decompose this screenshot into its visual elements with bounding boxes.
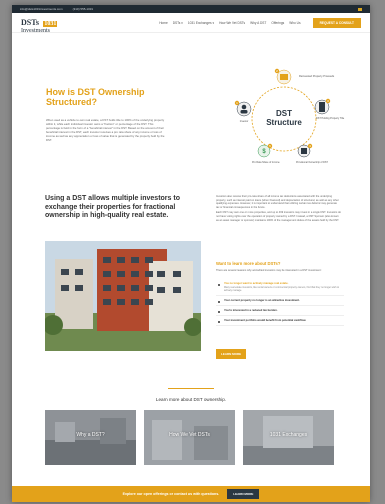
card-why-a-dst[interactable]: Why a DST?: [45, 410, 136, 465]
list-item[interactable]: Your current property no longer is an at…: [216, 296, 344, 307]
section-title: How is DST Ownership Structured?: [46, 87, 145, 107]
main-nav: DSTs 1031 Investments Home DSTs ▾ 1031 E…: [12, 12, 370, 34]
nav-item-dsts[interactable]: DSTs ▾: [173, 21, 183, 25]
card-1031-exchanges[interactable]: 1031 Exchanges: [243, 410, 334, 465]
list-item-subtext: Many real estate investors, like rental …: [224, 286, 340, 293]
section2-body: Investors also receive their pro-rata sh…: [216, 195, 341, 222]
node-label: Provisional Ownership of DST: [296, 161, 328, 164]
card-label: Why a DST?: [76, 432, 105, 438]
bullet-icon: [218, 300, 220, 303]
document-icon: [301, 148, 307, 154]
learn-more-title: Want to learn more about DSTs?: [216, 261, 281, 266]
request-consult-button[interactable]: REQUEST A CONSULT: [312, 17, 361, 28]
web-page: info@dsts1031investments.com (310) 555-1…: [12, 5, 370, 502]
nav-item-offerings[interactable]: Offerings: [271, 21, 284, 25]
diagram-center-line1: DST: [276, 109, 292, 118]
more-section-title: Learn more about DST ownership.: [155, 397, 227, 402]
nav-item-why-a-dst[interactable]: Why A DST: [250, 21, 266, 25]
node-label: Pro Rata Share of Income: [252, 161, 280, 164]
footer-learn-more-button[interactable]: LEARN MORE: [227, 489, 260, 499]
node-reinvested-proceeds: 2 Reinvested Property Proceeds: [274, 68, 335, 85]
list-item[interactable]: Your investment portfolio would benefit …: [216, 316, 344, 327]
learn-more-intro: There are several reasons why accredited…: [216, 269, 322, 272]
person-icon: [241, 104, 247, 110]
nav-item-how-we-vet[interactable]: How We Vet DSTs: [219, 21, 245, 25]
top-contact-bar: info@dsts1031investments.com (310) 555-1…: [12, 5, 370, 13]
node-pro-rata-income: $ 5 Pro Rata Share of Income: [252, 143, 280, 164]
node-label: Investor: [240, 120, 249, 123]
building-icon: [319, 102, 325, 112]
social-icon[interactable]: [358, 7, 362, 11]
logo-badge: 1031: [43, 20, 58, 27]
card-label: 1031 Exchanges: [269, 432, 308, 438]
email-link[interactable]: info@dsts1031investments.com: [20, 7, 63, 11]
footer-cta-bar: Explore our open offerings or contact us…: [12, 486, 370, 502]
house-icon: [280, 74, 288, 80]
bullet-icon: [218, 310, 220, 313]
nav-item-who-us[interactable]: Who Us: [289, 21, 300, 25]
phone-link[interactable]: (310) 555-1031: [73, 7, 94, 11]
card-how-we-vet[interactable]: How We Vet DSTs: [144, 410, 235, 465]
node-label: DST Holding Property Title: [316, 117, 345, 120]
nav-menu: Home DSTs ▾ 1031 Exchanges ▾ How We Vet …: [159, 21, 300, 25]
list-item[interactable]: You no longer want to actively manage re…: [216, 279, 344, 297]
more-cards: Why a DST? How We Vet DSTs 1031 Exchange…: [45, 410, 334, 465]
building-photo: [45, 241, 201, 351]
list-item-text: You no longer want to actively manage re…: [224, 282, 289, 285]
nav-item-home[interactable]: Home: [159, 21, 168, 25]
reasons-list: You no longer want to actively manage re…: [216, 279, 344, 327]
list-item-text: Your current property no longer is an at…: [224, 299, 300, 303]
diagram-center-line2: Structure: [266, 118, 302, 127]
node-investor: 1 Investor: [234, 100, 252, 123]
logo-text: DSTs: [21, 17, 39, 27]
dst-structure-diagram: DST Structure 2 Reinvested Property Proc…: [234, 68, 345, 164]
nav-item-1031-exchanges[interactable]: 1031 Exchanges ▾: [188, 21, 214, 25]
list-item-text: Your investment portfolio would benefit …: [224, 319, 307, 323]
card-label: How We Vet DSTs: [169, 432, 210, 438]
list-item-text: You're interested in a reduced tax burde…: [224, 309, 278, 313]
section2-title: Using a DST allows multiple investors to…: [45, 195, 180, 219]
bullet-icon: [218, 320, 220, 323]
section2-paragraph-2: Each DST may own one or more properties,…: [216, 211, 341, 222]
apartment-building-image: [45, 241, 201, 351]
node-dst-title: 3 DST Holding Property Title: [314, 98, 345, 120]
bullet-icon: [218, 283, 220, 286]
section-body: When used as a vehicle to own real estat…: [46, 118, 165, 142]
node-label: Reinvested Property Proceeds: [299, 74, 335, 78]
footer-text: Explore our open offerings or contact us…: [122, 492, 220, 496]
section2-paragraph-1: Investors also receive their pro-rata sh…: [216, 195, 339, 209]
node-provisional-ownership: 4 Provisional Ownership of DST: [296, 143, 328, 164]
list-item[interactable]: You're interested in a reduced tax burde…: [216, 306, 344, 317]
learn-more-button[interactable]: LEARN MORE: [216, 349, 247, 359]
section-divider: [168, 388, 214, 389]
site-logo[interactable]: DSTs 1031 Investments: [21, 12, 58, 34]
